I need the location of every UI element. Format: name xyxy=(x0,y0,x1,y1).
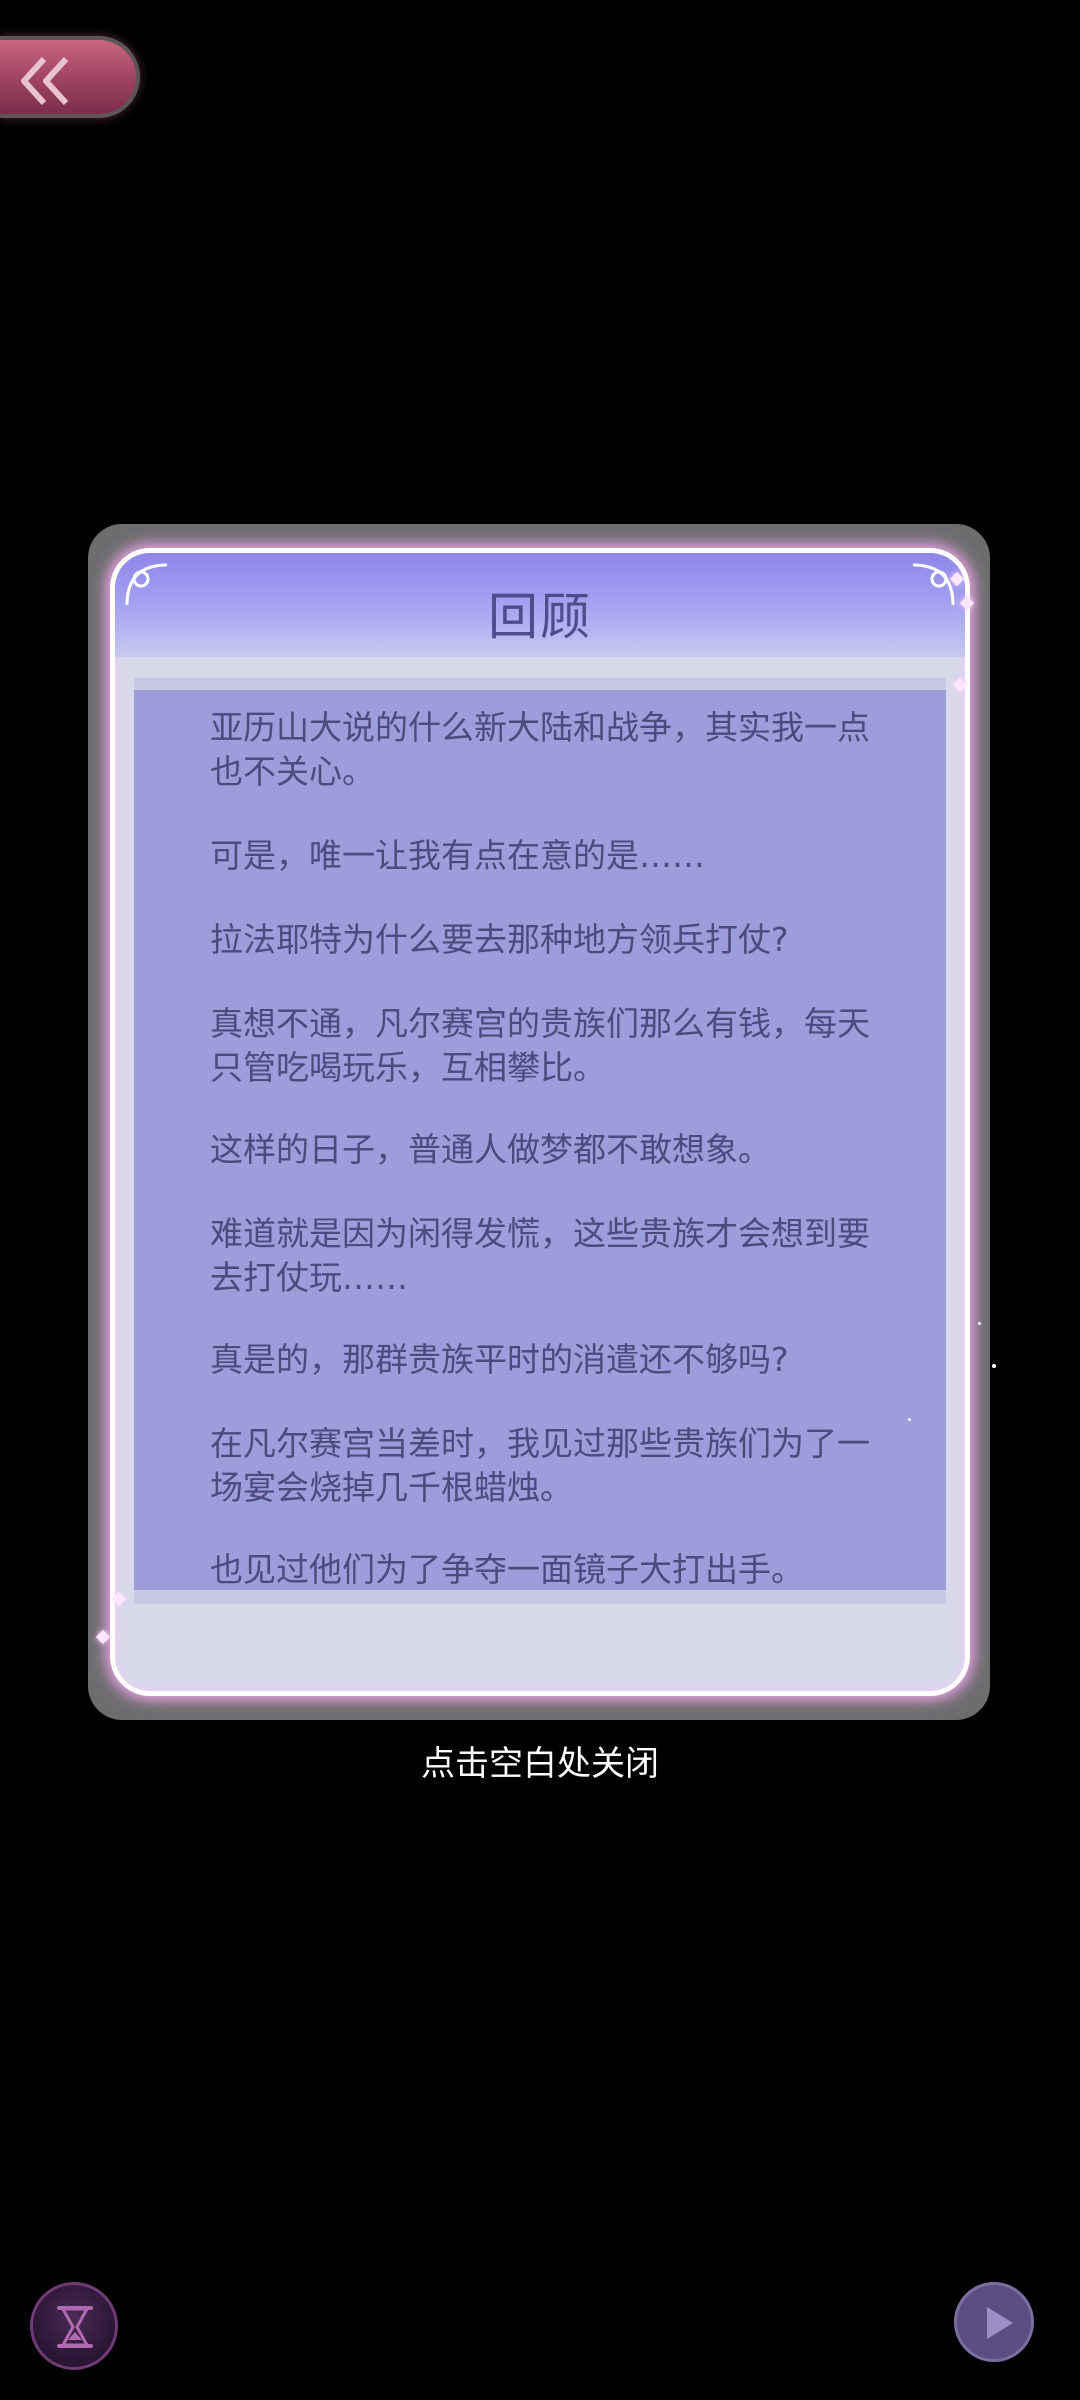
review-text-scroll[interactable]: 亚历山大说的什么新大陆和战争，其实我一点也不关心。 可是，唯一让我有点在意的是…… xyxy=(134,690,946,1590)
review-paragraph: 可是，唯一让我有点在意的是…… xyxy=(210,836,705,875)
review-paragraph: 亚历山大说的什么新大陆和战争，其实我一点也不关心。 xyxy=(210,708,870,791)
review-paragraph: 难道就是因为闲得发慌，这些贵族才会想到要去打仗玩…… xyxy=(210,1214,870,1297)
sparkle-decoration xyxy=(978,1322,981,1325)
review-paragraph: 真是的，那群贵族平时的消遣还不够吗? xyxy=(210,1340,789,1379)
sparkle-decoration xyxy=(908,1418,911,1421)
review-paragraph: 在凡尔赛宫当差时，我见过那些贵族们为了一场宴会烧掉几千根蜡烛。 xyxy=(210,1424,870,1507)
close-hint-text[interactable]: 点击空白处关闭 xyxy=(0,1736,1080,1785)
next-play-button[interactable] xyxy=(954,2282,1034,2362)
corner-ornament-right xyxy=(912,563,955,606)
back-button[interactable] xyxy=(0,36,140,118)
play-icon xyxy=(987,2307,1013,2339)
double-chevron-left-icon xyxy=(21,56,69,106)
review-paragraph: 也见过他们为了争夺一面镜子大打出手。 xyxy=(210,1550,804,1589)
review-paragraph: 真想不通，凡尔赛宫的贵族们那么有钱，每天只管吃喝玩乐，互相攀比。 xyxy=(210,1004,870,1087)
corner-ornament-left xyxy=(125,563,168,606)
sparkle-decoration xyxy=(992,1364,996,1368)
content-bottom-edge xyxy=(134,1590,946,1604)
hourglass-icon xyxy=(57,2306,93,2348)
review-paragraph: 拉法耶特为什么要去那种地方领兵打仗? xyxy=(210,920,789,959)
auto-play-button[interactable] xyxy=(30,2282,118,2370)
dialog-title: 回顾 xyxy=(488,588,592,646)
review-paragraph: 这样的日子，普通人做梦都不敢想象。 xyxy=(210,1130,771,1169)
